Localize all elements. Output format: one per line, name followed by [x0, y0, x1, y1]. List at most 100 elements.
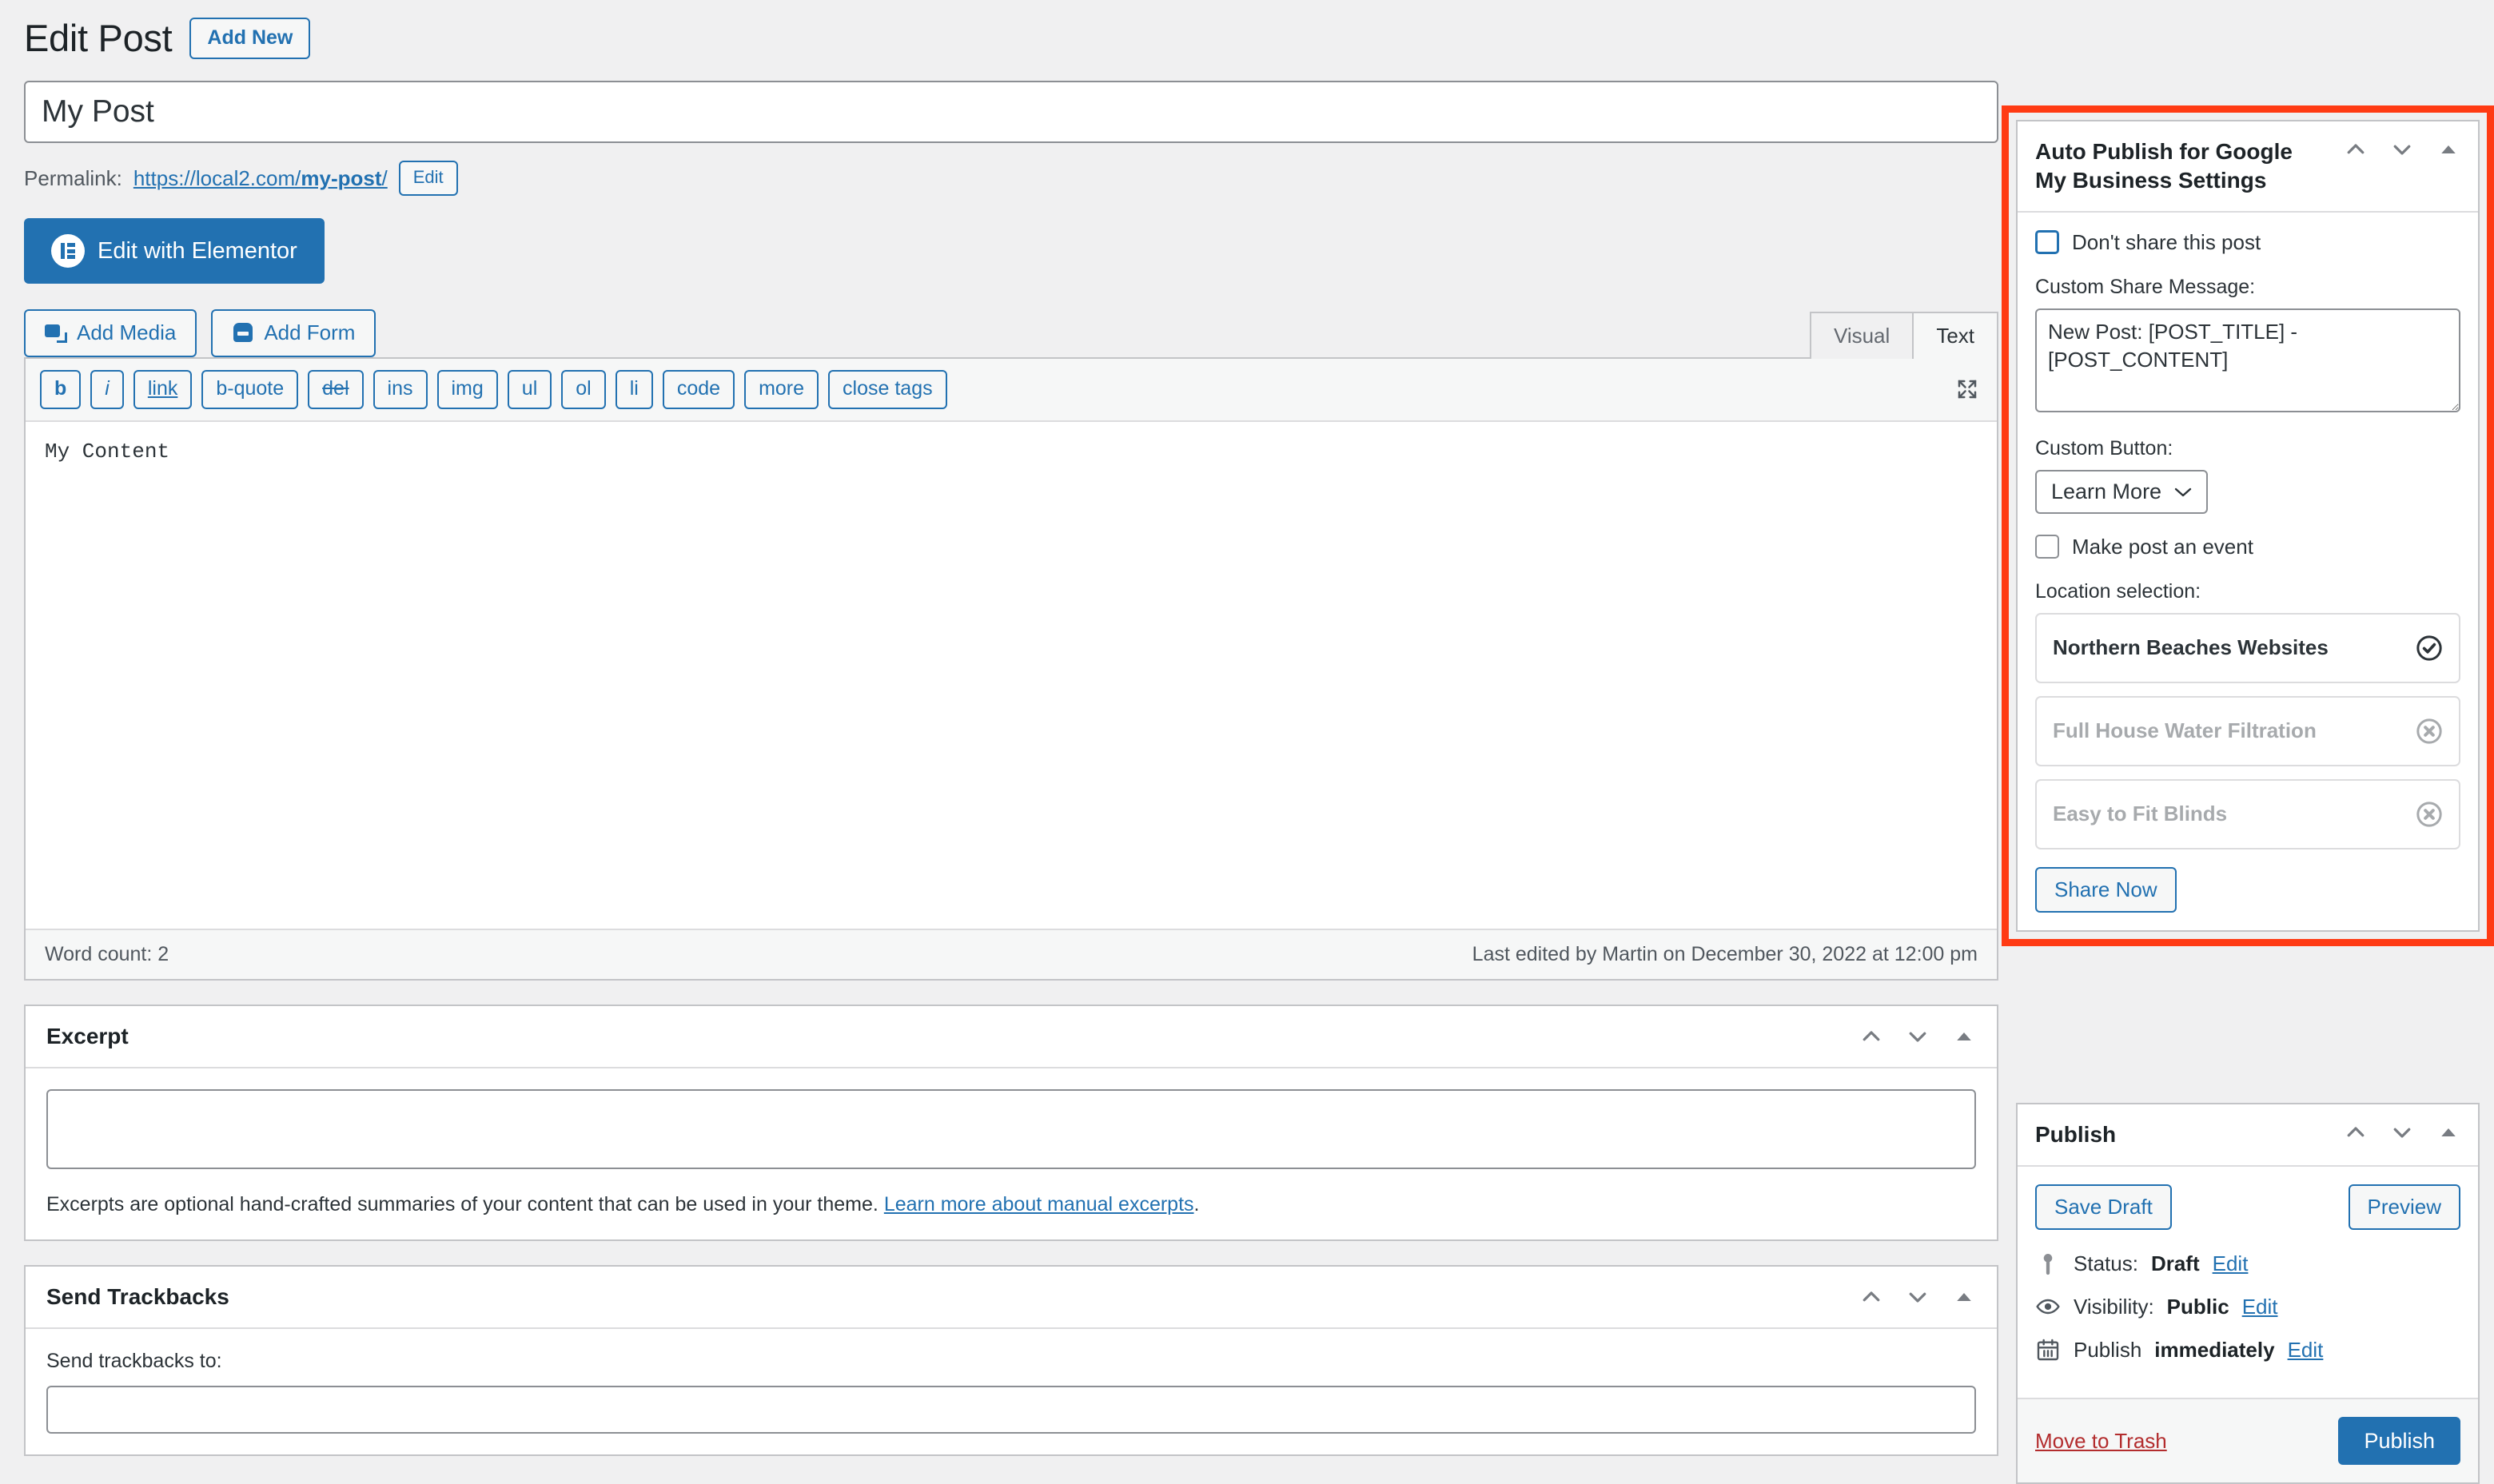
status-prefix: Status: [2074, 1251, 2138, 1275]
tab-visual[interactable]: Visual [1809, 312, 1914, 359]
location-card-selected[interactable]: Northern Beaches Websites [2035, 612, 2460, 683]
trackbacks-metabox-header: Send Trackbacks [26, 1267, 1997, 1329]
publish-panel: Publish Save Draft Preview Status: Draft… [2016, 1103, 2480, 1484]
publish-footer: Move to Trash Publish [2018, 1398, 2478, 1483]
location-name: Northern Beaches Websites [2053, 635, 2329, 659]
schedule-prefix: Publish [2074, 1337, 2142, 1362]
preview-button[interactable]: Preview [2348, 1184, 2460, 1231]
page-header: Edit Post Add New [0, 0, 2494, 59]
make-post-event-checkbox[interactable] [2035, 535, 2059, 559]
trackbacks-metabox: Send Trackbacks Send trackbacks to: [24, 1264, 1998, 1456]
check-circle-icon[interactable] [2416, 635, 2443, 662]
location-name: Easy to Fit Blinds [2053, 801, 2228, 826]
visibility-prefix: Visibility: [2074, 1294, 2154, 1319]
publish-button[interactable]: Publish [2338, 1417, 2460, 1466]
quicktag-ins[interactable]: ins [373, 369, 428, 409]
excerpt-helper-suffix: . [1193, 1192, 1200, 1215]
quicktag-ul[interactable]: ul [507, 369, 552, 409]
gmb-settings-panel: Auto Publish for Google My Business Sett… [2016, 120, 2480, 932]
move-to-trash-link[interactable]: Move to Trash [2035, 1429, 2167, 1454]
post-title-input[interactable] [24, 81, 1998, 143]
quicktag-close-tags[interactable]: close tags [828, 369, 947, 409]
custom-share-message-textarea[interactable]: New Post: [POST_TITLE] - [POST_CONTENT] [2035, 308, 2460, 412]
make-event-row: Make post an event [2035, 535, 2460, 559]
quicktag-link[interactable]: link [133, 369, 193, 409]
dont-share-label: Don't share this post [2072, 229, 2261, 254]
permalink-label: Permalink: [24, 165, 122, 190]
post-content-textarea[interactable]: My Content [26, 420, 1997, 929]
status-edit-link[interactable]: Edit [2213, 1251, 2249, 1276]
move-down-icon[interactable] [2390, 1120, 2414, 1144]
schedule-edit-link[interactable]: Edit [2288, 1338, 2324, 1363]
move-down-icon[interactable] [2390, 137, 2414, 161]
toggle-panel-icon[interactable] [1952, 1285, 1976, 1309]
quicktag-ol[interactable]: ol [561, 369, 606, 409]
add-media-label: Add Media [77, 320, 177, 345]
visibility-row: Visibility: Public Edit [2035, 1294, 2460, 1319]
location-card-disabled-1[interactable]: Full House Water Filtration [2035, 695, 2460, 766]
media-buttons-row: Add Media Add Form Visual Text [24, 309, 1998, 359]
move-down-icon[interactable] [1906, 1285, 1930, 1309]
editor-mode-tabs: Visual Text [1809, 312, 1998, 359]
publish-order-controls [2344, 1120, 2460, 1144]
dont-share-checkbox[interactable] [2035, 230, 2059, 255]
location-selection-label: Location selection: [2035, 579, 2201, 603]
add-media-button[interactable]: Add Media [24, 309, 197, 357]
add-new-button[interactable]: Add New [189, 18, 311, 59]
excerpt-textarea[interactable] [46, 1088, 1976, 1169]
custom-share-message-label: Custom Share Message: [2035, 275, 2256, 298]
excerpt-order-controls [1859, 1024, 1976, 1048]
excerpt-metabox: Excerpt Excerpts are optional hand-craft… [24, 1004, 1998, 1241]
editor-columns: Permalink: https://local2.com/my-post/ E… [0, 59, 2494, 1484]
excerpt-helper-link[interactable]: Learn more about manual excerpts [884, 1193, 1194, 1215]
tab-text[interactable]: Text [1912, 312, 1998, 359]
permalink-slug: my-post [301, 165, 382, 190]
quicktag-code[interactable]: code [662, 369, 735, 409]
visibility-edit-link[interactable]: Edit [2242, 1295, 2278, 1319]
fullscreen-icon[interactable] [1955, 377, 1979, 401]
status-value: Draft [2150, 1251, 2200, 1275]
permalink-edit-button[interactable]: Edit [398, 161, 458, 197]
custom-button-select[interactable]: Learn More [2035, 469, 2209, 514]
location-card-disabled-2[interactable]: Easy to Fit Blinds [2035, 778, 2460, 849]
toggle-panel-icon[interactable] [2436, 1120, 2460, 1144]
schedule-row: Publish immediately Edit [2035, 1337, 2460, 1363]
excerpt-helper-prefix: Excerpts are optional hand-crafted summa… [46, 1192, 878, 1215]
quicktag-more[interactable]: more [744, 369, 819, 409]
save-draft-button[interactable]: Save Draft [2035, 1184, 2172, 1231]
share-now-button[interactable]: Share Now [2035, 866, 2177, 913]
permalink-link[interactable]: https://local2.com/my-post/ [133, 166, 388, 191]
toggle-panel-icon[interactable] [1952, 1024, 1976, 1048]
pin-icon [2043, 1254, 2053, 1275]
move-down-icon[interactable] [1906, 1024, 1930, 1048]
trackbacks-metabox-body: Send trackbacks to: [26, 1329, 1997, 1454]
quicktag-del[interactable]: del [308, 369, 364, 409]
quicktag-blockquote[interactable]: b-quote [201, 369, 299, 409]
quicktag-bold[interactable]: b [40, 369, 82, 409]
move-up-icon[interactable] [1859, 1285, 1883, 1309]
add-form-button[interactable]: Add Form [211, 309, 376, 357]
quicktag-img[interactable]: img [436, 369, 498, 409]
trackbacks-field-label: Send trackbacks to: [46, 1349, 222, 1372]
excerpt-title: Excerpt [46, 1023, 129, 1048]
eye-icon [2036, 1299, 2060, 1315]
add-form-label: Add Form [264, 320, 356, 345]
edit-with-elementor-button[interactable]: Edit with Elementor [24, 218, 325, 284]
excerpt-helper-text: Excerpts are optional hand-crafted summa… [46, 1191, 1976, 1219]
sidebar-column: Auto Publish for Google My Business Sett… [2002, 59, 2494, 1484]
publish-panel-title: Publish [2035, 1122, 2117, 1147]
status-row: Status: Draft Edit [2035, 1251, 2460, 1276]
trackbacks-input[interactable] [46, 1385, 1976, 1434]
excerpt-metabox-body: Excerpts are optional hand-crafted summa… [26, 1068, 1997, 1239]
gmb-highlight-frame: Auto Publish for Google My Business Sett… [2002, 105, 2494, 946]
x-circle-icon[interactable] [2416, 801, 2443, 828]
move-up-icon[interactable] [2344, 1120, 2368, 1144]
gmb-panel-body: Don't share this post Custom Share Messa… [2018, 213, 2478, 930]
move-up-icon[interactable] [2344, 137, 2368, 161]
gmb-panel-header: Auto Publish for Google My Business Sett… [2018, 121, 2478, 213]
move-up-icon[interactable] [1859, 1024, 1883, 1048]
x-circle-icon[interactable] [2416, 718, 2443, 745]
quicktag-italic[interactable]: i [90, 369, 124, 409]
quicktag-li[interactable]: li [615, 369, 653, 409]
toggle-panel-icon[interactable] [2436, 137, 2460, 161]
